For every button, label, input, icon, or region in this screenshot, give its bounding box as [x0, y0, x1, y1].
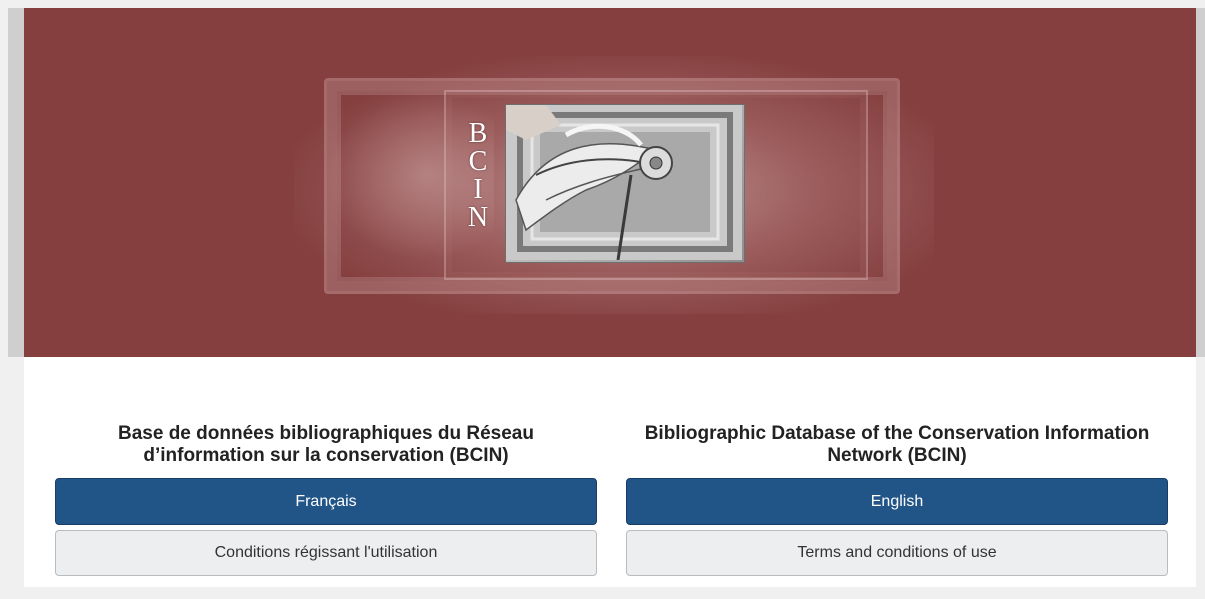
- english-button[interactable]: English: [626, 478, 1168, 525]
- english-heading: Bibliographic Database of the Conservati…: [644, 423, 1150, 466]
- logo-letter: B: [468, 118, 488, 149]
- conditions-utilisation-button[interactable]: Conditions régissant l'utilisation: [55, 530, 597, 576]
- bcin-logo-letters: B C I N: [460, 120, 496, 232]
- logo-letter: C: [468, 146, 488, 177]
- carved-leaf-image: [506, 105, 742, 260]
- left-gutter: [8, 8, 24, 357]
- language-selection-panel: Base de données bibliographiques du Rése…: [24, 357, 1196, 587]
- francais-button[interactable]: Français: [55, 478, 597, 525]
- french-heading: Base de données bibliographiques du Rése…: [118, 423, 534, 466]
- logo-letter: N: [467, 202, 489, 233]
- right-gutter: [1196, 8, 1205, 357]
- logo-letter: I: [473, 174, 483, 205]
- english-column: Bibliographic Database of the Conservati…: [626, 423, 1168, 576]
- header-banner: B C I N: [24, 8, 1196, 357]
- conservation-carving-photo: [505, 104, 745, 263]
- french-column: Base de données bibliographiques du Rése…: [55, 423, 597, 576]
- terms-conditions-button[interactable]: Terms and conditions of use: [626, 530, 1168, 576]
